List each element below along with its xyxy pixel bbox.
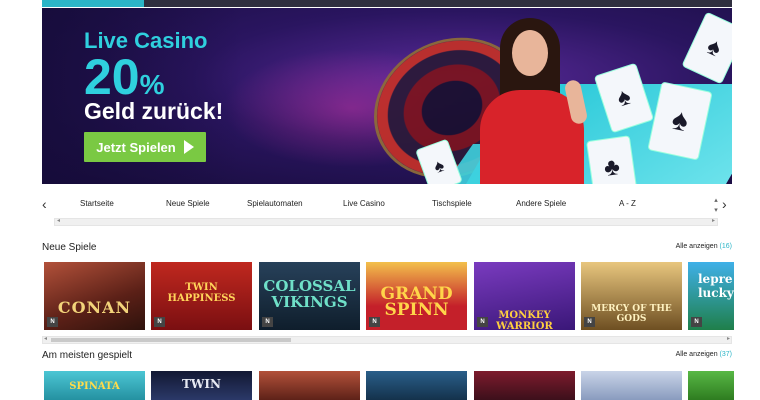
nav-item-live-casino[interactable]: Live Casino — [343, 199, 385, 208]
scrollbar-thumb[interactable] — [51, 338, 291, 342]
game-tile[interactable]: SPINATA — [44, 371, 145, 400]
new-badge: N — [154, 317, 165, 327]
playing-card-image: ♠ — [681, 11, 732, 85]
play-now-button[interactable]: Jetzt Spielen — [84, 132, 206, 162]
nav-item-tischspiele[interactable]: Tischspiele — [432, 199, 472, 208]
game-tile[interactable] — [688, 371, 734, 400]
nav-item-spielautomaten[interactable]: Spielautomaten — [247, 199, 303, 208]
dealer-image — [472, 18, 592, 184]
show-all-link[interactable]: Alle anzeigen (16) — [676, 243, 732, 250]
new-badge: N — [262, 317, 273, 327]
promo-banner[interactable]: ♠ ♠ ♠ ♣ ♠ Live Casino 20% Geld zurück! J… — [42, 8, 732, 184]
nav-vertical-scrollbar[interactable]: ▴ ▾ — [710, 196, 722, 218]
new-badge: N — [369, 317, 380, 327]
game-tile[interactable] — [581, 371, 682, 400]
section-title-am-meisten-gespielt: Am meisten gespielt — [42, 350, 133, 361]
new-badge: N — [691, 317, 702, 327]
game-tile[interactable] — [474, 371, 575, 400]
game-tile[interactable]: TWIN — [151, 371, 252, 400]
nav-item-a-z[interactable]: A - Z — [619, 199, 636, 208]
playing-card-image: ♣ — [586, 135, 638, 184]
new-badge: N — [47, 317, 58, 327]
nav-item-startseite[interactable]: Startseite — [80, 199, 114, 208]
game-tile[interactable]: COLOSSAL VIKINGS N — [259, 262, 360, 330]
game-tile[interactable] — [366, 371, 467, 400]
game-tile[interactable]: MERCY OF THE GODS N — [581, 262, 682, 330]
banner-subtitle: Geld zurück! — [84, 98, 224, 124]
game-row-most-played: SPINATA TWIN — [44, 371, 734, 400]
play-icon — [183, 140, 194, 154]
chevron-left-icon[interactable]: ‹ — [42, 196, 47, 212]
game-row-scrollbar[interactable]: ◂ ▸ — [42, 336, 732, 344]
section-title-neue-spiele: Neue Spiele — [42, 242, 97, 253]
show-all-link[interactable]: Alle anzeigen (37) — [676, 351, 732, 358]
game-tile[interactable]: GRAND SPINN N — [366, 262, 467, 330]
category-navigation: ‹ Startseite Neue Spiele Spielautomaten … — [42, 192, 732, 226]
nav-horizontal-scrollbar[interactable]: ◂ ▸ — [54, 218, 718, 226]
top-navigation-active-segment[interactable] — [42, 0, 144, 7]
top-navigation-bar — [42, 0, 732, 7]
game-tile[interactable]: lepre lucky N — [688, 262, 734, 330]
game-tile[interactable]: CONAN N — [44, 262, 145, 330]
new-badge: N — [584, 317, 595, 327]
game-tile[interactable]: TWIN HAPPINESS N — [151, 262, 252, 330]
new-badge: N — [477, 317, 488, 327]
nav-item-andere-spiele[interactable]: Andere Spiele — [516, 199, 566, 208]
game-tile[interactable]: MONKEY WARRIOR N — [474, 262, 575, 330]
chevron-right-icon[interactable]: › — [722, 196, 727, 212]
game-tile[interactable] — [259, 371, 360, 400]
casino-page: ♠ ♠ ♠ ♣ ♠ Live Casino 20% Geld zurück! J… — [0, 0, 760, 400]
nav-item-neue-spiele[interactable]: Neue Spiele — [166, 199, 210, 208]
game-row-neue-spiele: CONAN N TWIN HAPPINESS N COLOSSAL VIKING… — [44, 262, 734, 330]
